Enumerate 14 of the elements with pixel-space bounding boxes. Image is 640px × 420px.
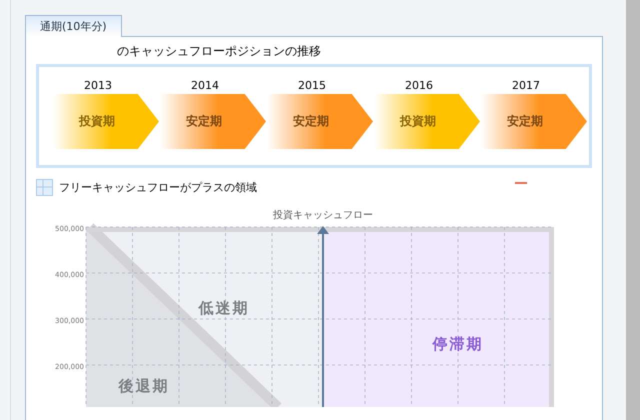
legend-line-icon xyxy=(515,182,527,184)
year-label: 2016 xyxy=(404,79,434,94)
year-label: 2015 xyxy=(297,79,327,94)
section-title: フリーキャッシュフローがプラスの領域 xyxy=(59,180,257,194)
axis-label: 投資キャッシュフロー xyxy=(273,210,373,221)
year-label: 2014 xyxy=(190,79,220,94)
region-label: 後退期 xyxy=(118,377,170,395)
region-label: 低迷期 xyxy=(198,299,250,317)
year-label: 2017 xyxy=(511,79,541,94)
region-label: 停滞期 xyxy=(432,335,484,353)
period-tab[interactable]: 通期(10年分) xyxy=(25,15,122,37)
table-icon xyxy=(36,178,53,196)
panel-title: のキャッシュフローポジションの推移 xyxy=(117,43,322,60)
year-label: 2013 xyxy=(83,79,113,94)
